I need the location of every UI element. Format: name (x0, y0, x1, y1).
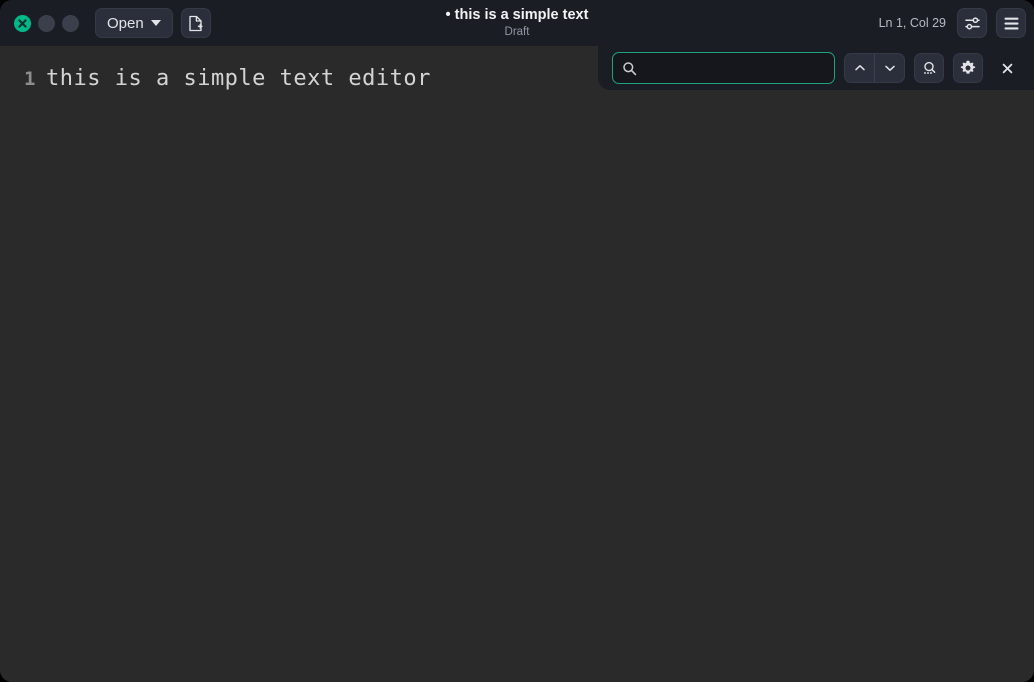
sliders-icon (964, 15, 981, 32)
application-window: Open • this is a simple text Draft Ln 1,… (0, 0, 1034, 682)
main-menu-button[interactable] (996, 8, 1026, 38)
page-title: • this is a simple text (446, 7, 589, 24)
search-icon (622, 61, 637, 76)
cursor-position-indicator: Ln 1, Col 29 (879, 16, 946, 30)
close-circle-icon[interactable] (14, 15, 31, 32)
new-document-icon (188, 15, 204, 32)
new-document-button[interactable] (181, 8, 211, 38)
page-subtitle: Draft (505, 25, 530, 39)
chevron-down-icon (151, 20, 161, 26)
hamburger-menu-icon (1003, 16, 1020, 31)
search-navigation-group (844, 53, 905, 83)
search-close-button[interactable] (992, 53, 1022, 83)
header-left-controls: Open (8, 8, 211, 38)
preferences-button[interactable] (957, 8, 987, 38)
window-controls (14, 15, 79, 32)
open-button[interactable]: Open (95, 8, 173, 38)
select-all-matches-button[interactable] (914, 53, 944, 83)
chevron-down-icon (883, 61, 897, 75)
line-text[interactable]: this is a simple text editor (46, 66, 431, 91)
search-all-matches-icon (921, 60, 938, 77)
line-number: 1 (0, 68, 46, 90)
chevron-up-icon (853, 61, 867, 75)
search-next-button[interactable] (875, 54, 904, 82)
header-bar: Open • this is a simple text Draft Ln 1,… (0, 0, 1034, 46)
editor-area[interactable]: 1 this is a simple text editor (0, 46, 1034, 682)
search-previous-button[interactable] (845, 54, 874, 82)
close-icon (1001, 62, 1014, 75)
minimize-icon[interactable] (38, 15, 55, 32)
search-panel (598, 46, 1034, 90)
maximize-icon[interactable] (62, 15, 79, 32)
search-settings-button[interactable] (953, 53, 983, 83)
header-right-controls: Ln 1, Col 29 (879, 8, 1026, 38)
search-input[interactable] (644, 60, 825, 76)
search-field[interactable] (612, 52, 835, 84)
open-button-label: Open (107, 15, 144, 32)
gear-icon (959, 59, 977, 77)
